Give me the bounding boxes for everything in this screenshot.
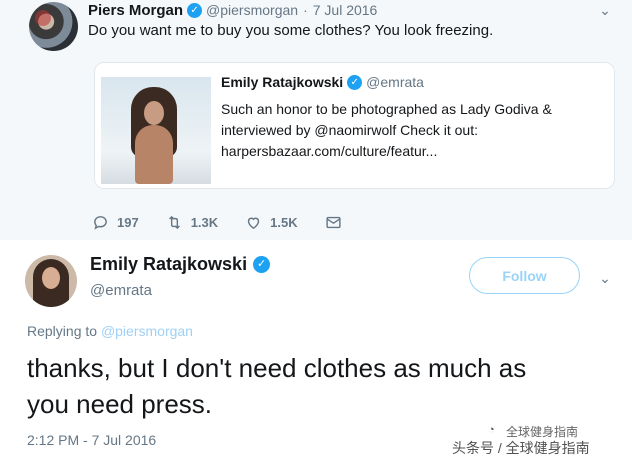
follow-button[interactable]: Follow <box>469 257 580 294</box>
quoted-tweet-card[interactable]: Emily Ratajkowski ✓ @emrata Such an hono… <box>94 62 615 189</box>
top-tweet: Piers Morgan ✓ @piersmorgan · 7 Jul 2016… <box>0 0 632 240</box>
reply-tweet-text: thanks, but I don't need clothes as much… <box>27 350 607 422</box>
reply-count: 197 <box>117 214 139 230</box>
quoted-text-line[interactable]: harpersbazaar.com/culture/featur... <box>221 141 606 162</box>
retweet-icon <box>168 215 180 229</box>
reply-author-name[interactable]: Emily Ratajkowski <box>90 254 247 275</box>
wechat-logo-icon: ◔ <box>488 424 495 436</box>
quoted-tweet-image <box>101 77 211 184</box>
author-handle[interactable]: @piersmorgan <box>206 2 298 18</box>
heart-icon <box>248 217 260 229</box>
quoted-text-line: interviewed by @naomirwolf Check it out: <box>221 122 478 138</box>
reply-button[interactable]: 197 <box>92 214 139 231</box>
watermark-bottom: 头条号 / 全球健身指南 <box>452 440 590 456</box>
avatar-piers-morgan[interactable] <box>29 2 78 51</box>
reply-author-handle[interactable]: @emrata <box>90 282 152 299</box>
replying-to: Replying to @piersmorgan <box>27 323 193 339</box>
quoted-text-line: Such an honor to be photographed as Lady… <box>221 101 552 117</box>
reply-icon <box>94 215 107 230</box>
top-tweet-header: Piers Morgan ✓ @piersmorgan · 7 Jul 2016 <box>88 1 377 19</box>
verified-badge-icon: ✓ <box>347 74 363 90</box>
replying-to-label: Replying to <box>27 323 98 339</box>
quoted-tweet-text: Such an honor to be photographed as Lady… <box>221 99 606 162</box>
verified-badge-icon: ✓ <box>187 2 203 18</box>
quoted-tweet-header: Emily Ratajkowski ✓ @emrata <box>221 73 424 91</box>
author-name[interactable]: Piers Morgan <box>88 2 183 19</box>
avatar-emily-ratajkowski[interactable] <box>25 255 77 307</box>
reply-timestamp[interactable]: 2:12 PM - 7 Jul 2016 <box>27 432 156 448</box>
retweet-button[interactable]: 1.3K <box>166 214 218 231</box>
verified-badge-icon: ✓ <box>253 256 271 273</box>
tweet-actions: 197 1.3K 1.5K <box>92 212 377 232</box>
retweet-count: 1.3K <box>190 214 219 230</box>
chevron-down-icon[interactable]: ⌄ <box>594 0 616 20</box>
reply-text-line: thanks, but I don't need clothes as much… <box>27 353 527 383</box>
like-count: 1.5K <box>270 214 298 230</box>
chevron-down-icon[interactable]: ⌄ <box>594 268 616 288</box>
separator-dot: · <box>303 2 308 18</box>
like-button[interactable]: 1.5K <box>245 214 298 231</box>
reply-text-line: you need press. <box>27 389 213 419</box>
reply-author-name-row: Emily Ratajkowski ✓ <box>90 254 271 275</box>
replying-to-handle[interactable]: @piersmorgan <box>101 323 193 339</box>
tweet-date[interactable]: 7 Jul 2016 <box>313 2 378 18</box>
envelope-icon <box>326 216 341 228</box>
message-button[interactable] <box>325 214 350 231</box>
quoted-author-name[interactable]: Emily Ratajkowski <box>221 74 343 90</box>
tweet-text: Do you want me to buy you some clothes? … <box>88 22 494 39</box>
quoted-author-handle[interactable]: @emrata <box>366 74 424 90</box>
